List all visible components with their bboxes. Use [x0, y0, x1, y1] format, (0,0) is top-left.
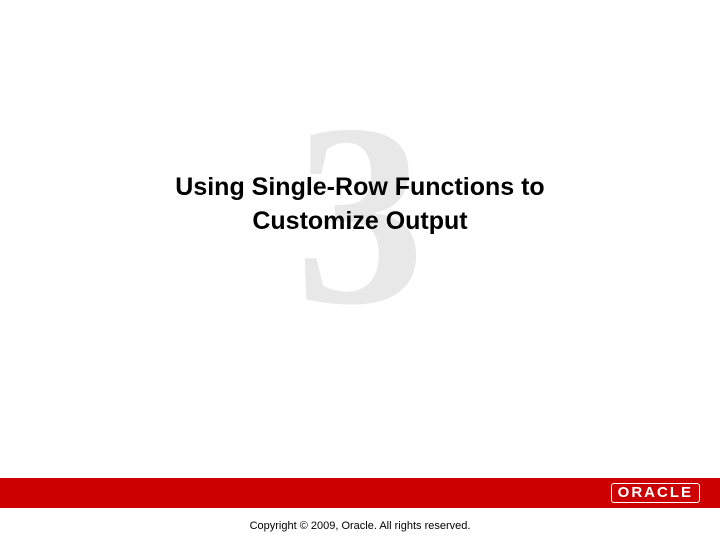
slide-title-line2: Customize Output	[252, 207, 467, 235]
slide-title-line1: Using Single-Row Functions to	[175, 173, 544, 201]
slide-title: Using Single-Row Functions to Customize …	[175, 171, 544, 239]
oracle-logo-text: ORACLE	[611, 483, 700, 504]
copyright-text: Copyright © 2009, Oracle. All rights res…	[0, 520, 720, 532]
footer-bar: ORACLE	[0, 478, 720, 508]
slide-main-area: 3 Using Single-Row Functions to Customiz…	[0, 0, 720, 470]
oracle-logo: ORACLE	[611, 483, 700, 504]
